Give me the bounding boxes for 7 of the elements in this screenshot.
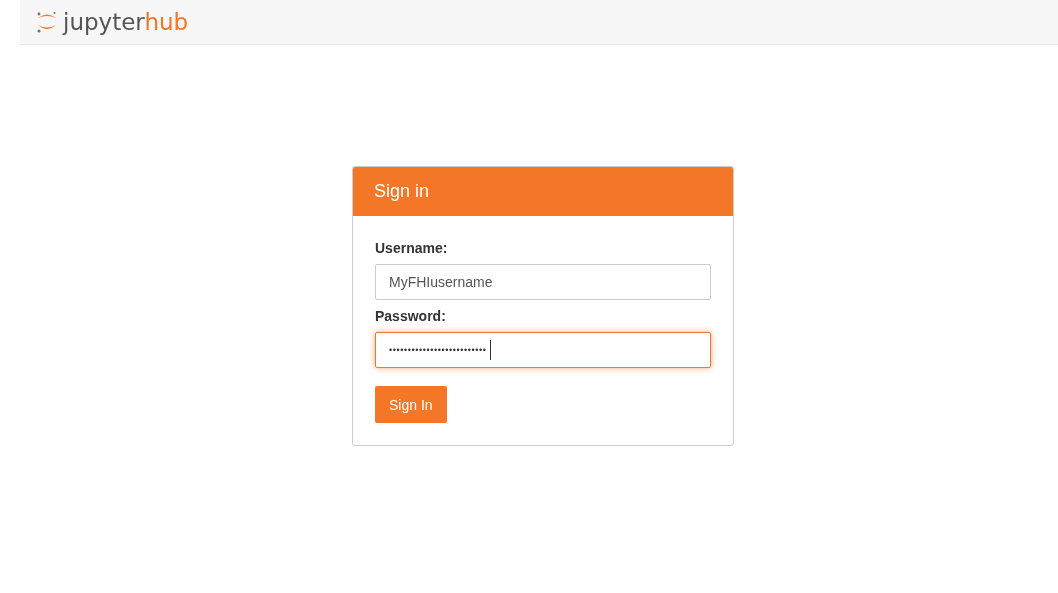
input-field[interactable]: ••••••••••••••••••••••••••: [375, 332, 711, 368]
field-label: Password:: [375, 308, 446, 324]
input-field[interactable]: MyFHIusername: [375, 264, 711, 300]
field-label: Username:: [375, 240, 448, 256]
logo-icon: [36, 10, 58, 34]
logo-wordmark: jupyterhub: [63, 8, 189, 36]
card-title: Sign in: [374, 181, 430, 202]
